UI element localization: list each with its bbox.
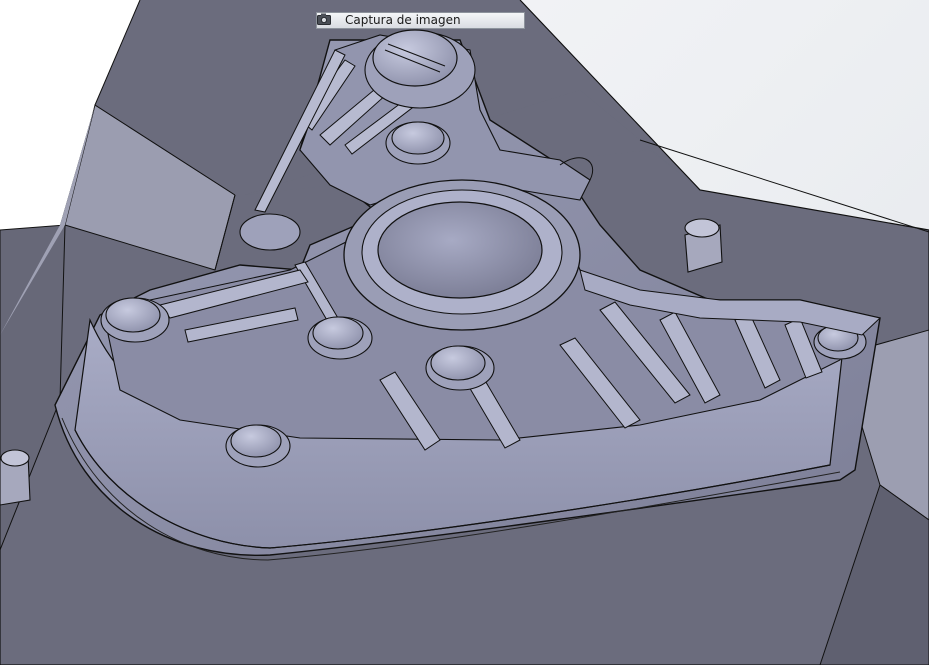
- central-bore: [377, 201, 543, 299]
- image-capture-toolbar[interactable]: Captura de imagen: [316, 12, 525, 29]
- graphics-viewport[interactable]: Captura de imagen: [0, 0, 929, 665]
- top-boss: [372, 29, 458, 87]
- camera-icon[interactable]: [317, 13, 337, 28]
- mold-model[interactable]: [0, 0, 929, 665]
- capture-label: Captura de imagen: [345, 13, 461, 27]
